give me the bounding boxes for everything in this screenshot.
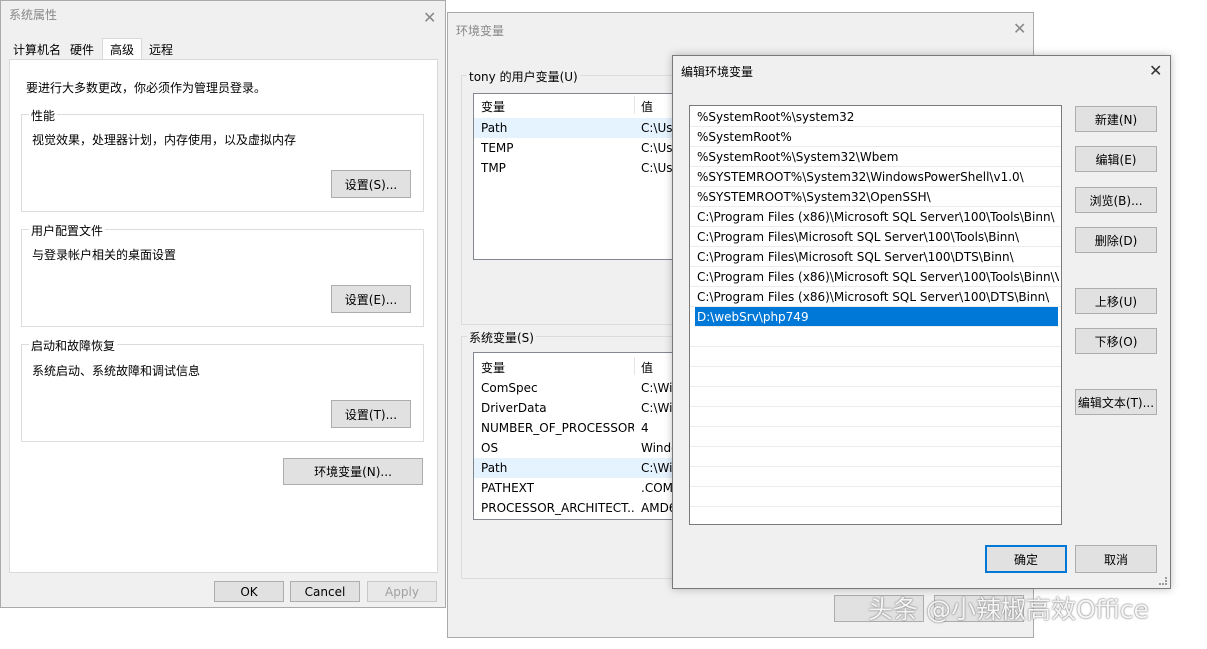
close-icon[interactable]: ✕ (1013, 21, 1026, 37)
table-row[interactable]: Path C:\Wi (474, 458, 682, 478)
table-row[interactable]: DriverData C:\Wi (474, 398, 682, 418)
table-row[interactable]: OS Windo (474, 438, 682, 458)
empty-row[interactable] (690, 387, 1061, 407)
list-item[interactable]: C:\Program Files (x86)\Microsoft SQL Ser… (690, 287, 1061, 307)
list-item[interactable]: %SYSTEMROOT%\System32\WindowsPowerShell\… (690, 167, 1061, 187)
window-title: 编辑环境变量 (681, 65, 754, 79)
resize-grip-icon[interactable] (1159, 577, 1167, 585)
window-title: 环境变量 (456, 24, 505, 38)
empty-row[interactable] (690, 467, 1061, 487)
list-item[interactable]: C:\Program Files\Microsoft SQL Server\10… (690, 227, 1061, 247)
user-variables-title: tony 的用户变量(U) (467, 68, 580, 85)
tab-advanced[interactable]: 高级 (102, 38, 142, 60)
tab-computer-name[interactable]: 计算机名 (9, 40, 65, 59)
watermark: 头条 @小辣椒高效Office (868, 590, 1149, 626)
variable-name: DriverData (481, 401, 547, 415)
table-row[interactable]: TMP C:\Use (474, 158, 682, 178)
variable-value: C:\Wi (641, 401, 673, 415)
edit-button[interactable]: 编辑(E) (1075, 146, 1157, 172)
ok-button[interactable]: 确定 (985, 545, 1067, 573)
performance-desc: 视觉效果，处理器计划，内存使用，以及虚拟内存 (32, 133, 297, 147)
close-icon[interactable]: ✕ (423, 10, 436, 26)
performance-title: 性能 (29, 107, 58, 124)
column-header-value[interactable]: 值 (641, 359, 653, 376)
table-row[interactable]: PROCESSOR_ARCHITECT... AMD6 (474, 498, 682, 518)
user-profile-title: 用户配置文件 (29, 222, 106, 239)
tab-hardware[interactable]: 硬件 (65, 40, 99, 59)
variable-value: C:\Wi (641, 381, 673, 395)
list-item[interactable]: %SystemRoot%\system32 (690, 107, 1061, 127)
empty-row[interactable] (690, 327, 1061, 347)
user-profile-desc: 与登录帐户相关的桌面设置 (32, 248, 177, 262)
list-item[interactable]: C:\Program Files (x86)\Microsoft SQL Ser… (690, 207, 1061, 227)
empty-row[interactable] (690, 447, 1061, 467)
table-row[interactable]: Path C:\Use (474, 118, 682, 138)
watermark-text: 头条 @小辣椒高效Office (868, 595, 1149, 624)
startup-recovery-title: 启动和故障恢复 (29, 337, 118, 354)
list-item[interactable]: C:\Program Files\Microsoft SQL Server\10… (690, 247, 1061, 267)
table-row[interactable]: TEMP C:\Use (474, 138, 682, 158)
cancel-button[interactable]: Cancel (290, 581, 360, 602)
variable-name: ComSpec (481, 381, 538, 395)
table-row[interactable]: NUMBER_OF_PROCESSORS 4 (474, 418, 682, 438)
variable-value: C:\Wi (641, 461, 673, 475)
column-header-variable[interactable]: 变量 (481, 98, 505, 115)
variable-name: PATHEXT (481, 481, 535, 495)
move-down-button[interactable]: 下移(O) (1075, 328, 1157, 354)
list-item[interactable]: %SystemRoot%\System32\Wbem (690, 147, 1061, 167)
list-item-selected[interactable]: D:\webSrv\php749 (695, 307, 1058, 327)
column-separator[interactable] (634, 357, 635, 375)
list-item[interactable]: %SystemRoot% (690, 127, 1061, 147)
move-up-button[interactable]: 上移(U) (1075, 288, 1157, 314)
column-header-value[interactable]: 值 (641, 98, 653, 115)
close-icon[interactable]: ✕ (1149, 63, 1162, 79)
system-variables-list[interactable]: 变量 值 ComSpec C:\Wi DriverData C:\Wi NUMB… (473, 352, 683, 520)
empty-row[interactable] (690, 407, 1061, 427)
empty-row[interactable] (690, 367, 1061, 387)
edit-text-button[interactable]: 编辑文本(T)... (1075, 389, 1157, 415)
column-header-variable[interactable]: 变量 (481, 359, 505, 376)
ok-button[interactable]: OK (214, 581, 284, 602)
variable-name: TMP (481, 161, 506, 175)
cancel-button[interactable]: 取消 (1075, 545, 1157, 573)
variable-value: 4 (641, 421, 649, 435)
delete-button[interactable]: 删除(D) (1075, 227, 1157, 253)
variable-name: Path (481, 461, 508, 475)
tab-remote[interactable]: 远程 (144, 40, 178, 59)
system-variables-title: 系统变量(S) (467, 329, 536, 346)
table-row[interactable]: ComSpec C:\Wi (474, 378, 682, 398)
tab-page: 要进行大多数更改，你必须作为管理员登录。 性能 视觉效果，处理器计划，内存使用，… (9, 59, 438, 573)
user-variables-list[interactable]: 变量 值 Path C:\Use TEMP C:\Use TMP C:\Use (473, 93, 683, 260)
window-title: 系统属性 (9, 8, 58, 22)
apply-button[interactable]: Apply (367, 581, 437, 602)
empty-row[interactable] (690, 487, 1061, 507)
variable-name: PROCESSOR_ARCHITECT... (481, 501, 634, 515)
variable-name: NUMBER_OF_PROCESSORS (481, 421, 634, 435)
startup-recovery-desc: 系统启动、系统故障和调试信息 (32, 364, 201, 378)
path-list[interactable]: %SystemRoot%\system32 %SystemRoot% %Syst… (689, 105, 1062, 525)
list-item[interactable]: C:\Program Files (x86)\Microsoft SQL Ser… (690, 267, 1061, 287)
variable-name: Path (481, 121, 508, 135)
user-profile-settings-button[interactable]: 设置(E)... (331, 285, 411, 313)
admin-note: 要进行大多数更改，你必须作为管理员登录。 (26, 81, 267, 95)
browse-button[interactable]: 浏览(B)... (1075, 187, 1157, 213)
performance-settings-button[interactable]: 设置(S)... (331, 170, 411, 198)
empty-row[interactable] (690, 347, 1061, 367)
system-properties-window: 系统属性 ✕ 计算机名 硬件 高级 远程 要进行大多数更改，你必须作为管理员登录… (0, 0, 446, 608)
edit-environment-variable-dialog: 编辑环境变量 ✕ %SystemRoot%\system32 %SystemRo… (672, 55, 1171, 589)
new-button[interactable]: 新建(N) (1075, 106, 1157, 132)
list-item[interactable]: %SYSTEMROOT%\System32\OpenSSH\ (690, 187, 1061, 207)
empty-row[interactable] (690, 427, 1061, 447)
startup-recovery-settings-button[interactable]: 设置(T)... (331, 400, 411, 428)
variable-value: .COM (641, 481, 673, 495)
environment-variables-button[interactable]: 环境变量(N)... (283, 458, 423, 485)
variable-name: TEMP (481, 141, 514, 155)
column-separator[interactable] (634, 96, 635, 114)
table-row[interactable]: PATHEXT .COM (474, 478, 682, 498)
variable-name: OS (481, 441, 499, 455)
